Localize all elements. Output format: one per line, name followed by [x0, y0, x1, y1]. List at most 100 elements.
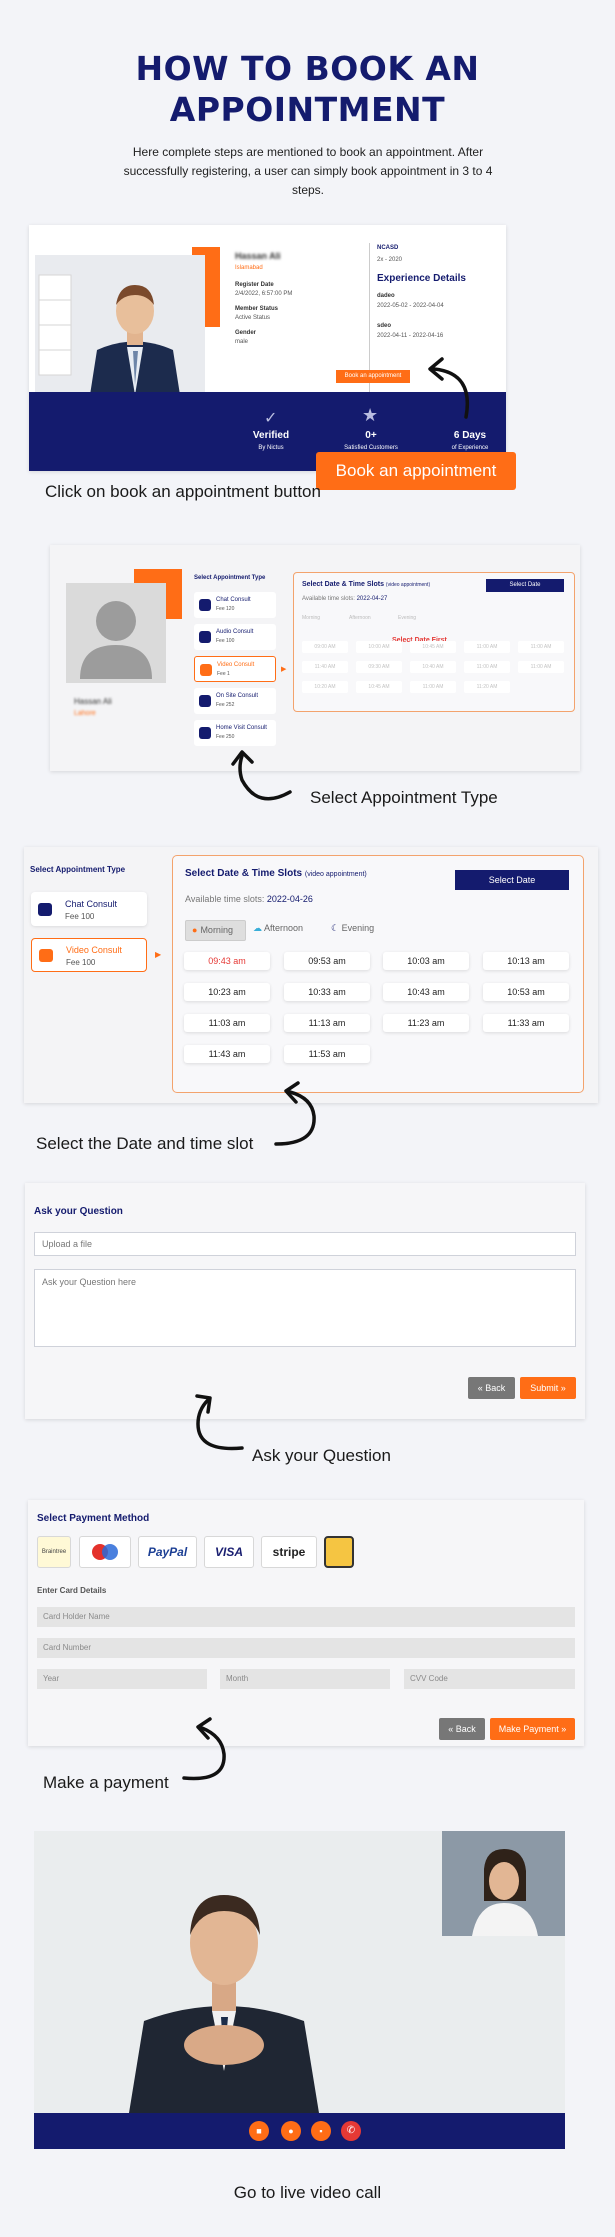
- question-textarea[interactable]: Ask your Question here: [34, 1269, 576, 1347]
- type-chat[interactable]: Chat Consult Fee 100: [31, 892, 147, 926]
- gender-label: Gender: [235, 330, 257, 336]
- video-call-scene: [34, 1831, 565, 2113]
- time-slot[interactable]: 11:40 AM: [302, 661, 348, 673]
- paypal-option[interactable]: PayPal: [138, 1536, 197, 1568]
- make-payment-button[interactable]: Make Payment »: [490, 1718, 575, 1740]
- month-input[interactable]: Month: [220, 1669, 390, 1689]
- book-appointment-small-button[interactable]: Book an appointment: [336, 370, 410, 383]
- type-onsite[interactable]: On Site Consult Fee 252: [194, 688, 276, 714]
- card-number-input[interactable]: Card Number: [37, 1638, 575, 1658]
- type-fee: Fee 100: [66, 958, 96, 967]
- type-name: Audio Consult: [216, 629, 254, 635]
- type-video[interactable]: Video Consult Fee 100: [31, 938, 147, 972]
- upload-file-input[interactable]: Upload a file: [34, 1232, 576, 1256]
- hangup-icon[interactable]: ✆: [341, 2121, 361, 2141]
- type-chat[interactable]: Chat Consult Fee 120: [194, 592, 276, 618]
- braintree-option[interactable]: Braintree: [37, 1536, 71, 1568]
- curved-arrow-icon: [195, 1394, 244, 1451]
- time-slot[interactable]: 10:53 am: [483, 983, 569, 1001]
- step3-caption: Select the Date and time slot: [36, 1134, 254, 1153]
- type-audio[interactable]: Audio Consult Fee 100: [194, 624, 276, 650]
- time-slot[interactable]: 11:00 AM: [518, 641, 564, 653]
- stat-experience: 6 Days: [453, 430, 487, 441]
- time-slot[interactable]: 11:20 AM: [464, 681, 510, 693]
- mic-icon[interactable]: ●: [281, 2121, 301, 2141]
- gender-value: male: [235, 339, 249, 345]
- period-afternoon[interactable]: Afternoon: [349, 615, 371, 621]
- visa-option[interactable]: VISA: [204, 1536, 254, 1568]
- chat-icon: [199, 599, 211, 611]
- call-control-bar: ■ ● ▪ ✆: [34, 2113, 565, 2149]
- stat-customers: 0+: [365, 430, 377, 441]
- select-date-button[interactable]: Select Date: [486, 579, 564, 592]
- back-label: Back: [455, 1724, 476, 1734]
- video-call-preview: [34, 1831, 565, 2113]
- period-afternoon[interactable]: ☁ Afternoon: [253, 923, 303, 934]
- time-slot[interactable]: 10:23 am: [184, 983, 270, 1001]
- wallet-icon[interactable]: [324, 1536, 354, 1568]
- card-holder-input[interactable]: Card Holder Name: [37, 1607, 575, 1627]
- slots-panel: Select Date & Time Slots (video appointm…: [172, 855, 584, 1093]
- time-slot[interactable]: 10:43 am: [383, 983, 469, 1001]
- stripe-option[interactable]: stripe: [261, 1536, 317, 1568]
- submit-button[interactable]: Submit »: [520, 1377, 576, 1399]
- time-slot[interactable]: 11:00 AM: [464, 661, 510, 673]
- time-slot[interactable]: 09:00 AM: [302, 641, 348, 653]
- year-input[interactable]: Year: [37, 1669, 207, 1689]
- chat-icon[interactable]: ▪: [311, 2121, 331, 2141]
- page-title-line1: HOW TO BOOK AN: [135, 49, 480, 88]
- cvv-input[interactable]: CVV Code: [404, 1669, 575, 1689]
- slots-sub: (video appointment): [304, 871, 367, 878]
- time-slot[interactable]: 10:33 am: [284, 983, 370, 1001]
- time-slot[interactable]: 10:20 AM: [302, 681, 348, 693]
- time-slot[interactable]: 09:53 am: [284, 952, 370, 970]
- time-slot[interactable]: 10:40 AM: [410, 661, 456, 673]
- slots-title-text: Select Date & Time Slots: [302, 581, 384, 588]
- time-slot[interactable]: 11:23 am: [383, 1014, 469, 1032]
- member-status-label: Member Status: [235, 306, 279, 312]
- maestro-option[interactable]: [79, 1536, 131, 1568]
- time-slot[interactable]: 10:00 AM: [356, 641, 402, 653]
- time-slot[interactable]: 09:30 AM: [356, 661, 402, 673]
- stat-verified-sub: By Nictus: [258, 445, 284, 451]
- cloud-icon: ☁: [253, 923, 262, 933]
- back-label: Back: [485, 1383, 506, 1393]
- card-details-title: Enter Card Details: [37, 1586, 107, 1595]
- doctor-location: Lahore: [74, 710, 96, 717]
- time-slot[interactable]: 11:53 am: [284, 1045, 370, 1063]
- available-label: Available time slots: 2022-04-27: [302, 596, 387, 602]
- time-slot[interactable]: 10:13 am: [483, 952, 569, 970]
- time-slot[interactable]: 11:03 am: [184, 1014, 270, 1032]
- time-slot[interactable]: 11:00 AM: [518, 661, 564, 673]
- time-slot[interactable]: 09:43 am: [184, 952, 270, 970]
- select-date-button[interactable]: Select Date: [455, 870, 569, 890]
- appointment-type-preview: Hassan Ali Lahore Select Appointment Typ…: [50, 545, 580, 771]
- slots-sub: (video appointment): [385, 582, 431, 588]
- time-slot[interactable]: 10:45 AM: [356, 681, 402, 693]
- back-button[interactable]: « Back: [468, 1377, 515, 1399]
- time-slot[interactable]: 11:00 AM: [410, 681, 456, 693]
- profile-preview: Hassan Ali Islamabad Register Date 2/4/2…: [29, 225, 506, 471]
- period-evening[interactable]: ☾ Evening: [331, 923, 374, 934]
- time-slot[interactable]: 11:00 AM: [464, 641, 510, 653]
- sun-icon: ●: [192, 925, 198, 935]
- time-slot[interactable]: 11:13 am: [284, 1014, 370, 1032]
- period-morning[interactable]: ● Morning: [185, 920, 246, 941]
- type-fee: Fee 250: [216, 734, 235, 740]
- time-slot[interactable]: 10:03 am: [383, 952, 469, 970]
- book-appointment-button[interactable]: Book an appointment: [316, 452, 516, 490]
- camera-icon[interactable]: ■: [249, 2121, 269, 2141]
- type-video[interactable]: Video Consult Fee 1: [194, 656, 276, 682]
- time-slot[interactable]: 11:43 am: [184, 1045, 270, 1063]
- step5-caption: Make a payment: [43, 1773, 169, 1792]
- maestro-logo-icon: [92, 1544, 118, 1560]
- time-slot[interactable]: 10:45 AM: [410, 641, 456, 653]
- type-name: Video Consult: [217, 662, 255, 668]
- back-button[interactable]: « Back: [439, 1718, 485, 1740]
- period-morning[interactable]: Morning: [302, 615, 320, 621]
- period-evening[interactable]: Evening: [398, 615, 416, 621]
- time-slot[interactable]: 11:33 am: [483, 1014, 569, 1032]
- type-fee: Fee 100: [65, 912, 95, 921]
- question-form: Ask your Question Upload a file Ask your…: [25, 1183, 585, 1419]
- available-date: 2022-04-26: [266, 894, 313, 904]
